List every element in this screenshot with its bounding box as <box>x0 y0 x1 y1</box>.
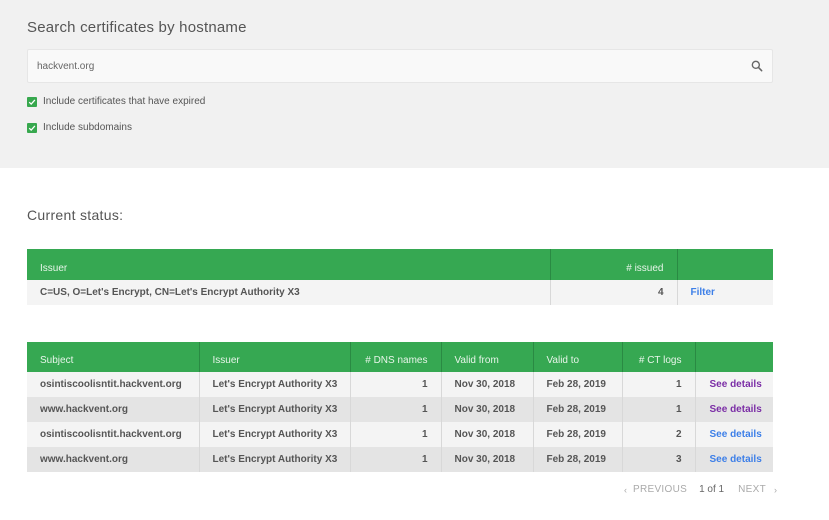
filter-link[interactable]: Filter <box>691 287 715 298</box>
valid-to-cell: Feb 28, 2019 <box>533 372 623 397</box>
see-details-link[interactable]: See details <box>710 404 762 415</box>
header-issuer[interactable]: Issuer <box>199 342 351 372</box>
dns-names-cell: 1 <box>350 372 442 397</box>
expired-option[interactable]: Include certificates that have expired <box>27 96 205 107</box>
page-indicator: 1 of 1 <box>699 484 725 495</box>
certificates-table: Subject Issuer # DNS names Valid from Va… <box>27 342 773 472</box>
table-row: osintiscoolisntit.hackvent.org Let's Enc… <box>27 422 773 447</box>
table-row: www.hackvent.org Let's Encrypt Authority… <box>27 447 773 472</box>
dns-names-cell: 1 <box>350 397 442 422</box>
issuer-cell: Let's Encrypt Authority X3 <box>199 397 351 422</box>
ct-logs-cell: 1 <box>622 397 696 422</box>
valid-from-cell: Nov 30, 2018 <box>441 447 534 472</box>
header-valid-from[interactable]: Valid from <box>441 342 534 372</box>
dns-names-cell: 1 <box>350 422 442 447</box>
valid-from-cell: Nov 30, 2018 <box>441 422 534 447</box>
details-cell: See details <box>695 422 773 447</box>
header-dns-names[interactable]: # DNS names <box>350 342 442 372</box>
see-details-link[interactable]: See details <box>710 429 762 440</box>
header-valid-to[interactable]: Valid to <box>533 342 623 372</box>
details-cell: See details <box>695 372 773 397</box>
certificates-table-header: Subject Issuer # DNS names Valid from Va… <box>27 342 773 372</box>
expired-checkbox[interactable] <box>27 96 37 107</box>
search-section: Search certificates by hostname Include … <box>0 0 829 168</box>
issuer-cell: Let's Encrypt Authority X3 <box>199 372 351 397</box>
table-row: www.hackvent.org Let's Encrypt Authority… <box>27 397 773 422</box>
filter-cell: Filter <box>677 280 773 305</box>
chevron-right-icon[interactable]: › <box>774 485 777 495</box>
valid-to-cell: Feb 28, 2019 <box>533 422 623 447</box>
see-details-link[interactable]: See details <box>710 379 762 390</box>
previous-page-button[interactable]: PREVIOUS <box>633 484 687 495</box>
table-row: C=US, O=Let's Encrypt, CN=Let's Encrypt … <box>27 280 773 305</box>
header-subject[interactable]: Subject <box>27 342 200 372</box>
valid-from-cell: Nov 30, 2018 <box>441 372 534 397</box>
valid-to-cell: Feb 28, 2019 <box>533 447 623 472</box>
ct-logs-cell: 2 <box>622 422 696 447</box>
issuer-cell: Let's Encrypt Authority X3 <box>199 447 351 472</box>
check-icon <box>28 124 36 131</box>
dns-names-cell: 1 <box>350 447 442 472</box>
details-cell: See details <box>695 397 773 422</box>
subject-cell: osintiscoolisntit.hackvent.org <box>27 422 200 447</box>
see-details-link[interactable]: See details <box>710 454 762 465</box>
subdomains-option[interactable]: Include subdomains <box>27 122 132 133</box>
search-box[interactable] <box>27 49 773 83</box>
next-page-button[interactable]: NEXT <box>738 484 766 495</box>
hostname-search-input[interactable] <box>37 50 737 82</box>
issued-count: 4 <box>550 280 678 305</box>
valid-to-cell: Feb 28, 2019 <box>533 397 623 422</box>
details-cell: See details <box>695 447 773 472</box>
subject-cell: www.hackvent.org <box>27 447 200 472</box>
issuer-cell: Let's Encrypt Authority X3 <box>199 422 351 447</box>
pagination: ‹ PREVIOUS 1 of 1 NEXT › <box>624 484 783 495</box>
header-issuer[interactable]: Issuer <box>27 249 551 280</box>
header-action <box>695 342 773 372</box>
expired-checkbox-label: Include certificates that have expired <box>43 96 206 107</box>
ct-logs-cell: 3 <box>622 447 696 472</box>
subdomains-checkbox[interactable] <box>27 122 37 133</box>
search-icon[interactable] <box>750 59 764 73</box>
header-action <box>677 249 773 280</box>
issuer-cell: C=US, O=Let's Encrypt, CN=Let's Encrypt … <box>27 280 551 305</box>
ct-logs-cell: 1 <box>622 372 696 397</box>
search-title: Search certificates by hostname <box>27 19 247 36</box>
subdomains-checkbox-label: Include subdomains <box>43 122 132 133</box>
chevron-left-icon[interactable]: ‹ <box>624 485 627 495</box>
check-icon <box>28 98 36 105</box>
issuer-table-header: Issuer # issued <box>27 249 773 280</box>
issuer-table: Issuer # issued C=US, O=Let's Encrypt, C… <box>27 249 773 305</box>
status-title: Current status: <box>27 207 124 223</box>
table-row: osintiscoolisntit.hackvent.org Let's Enc… <box>27 372 773 397</box>
valid-from-cell: Nov 30, 2018 <box>441 397 534 422</box>
subject-cell: www.hackvent.org <box>27 397 200 422</box>
subject-cell: osintiscoolisntit.hackvent.org <box>27 372 200 397</box>
header-ct-logs[interactable]: # CT logs <box>622 342 696 372</box>
header-issued[interactable]: # issued <box>550 249 678 280</box>
